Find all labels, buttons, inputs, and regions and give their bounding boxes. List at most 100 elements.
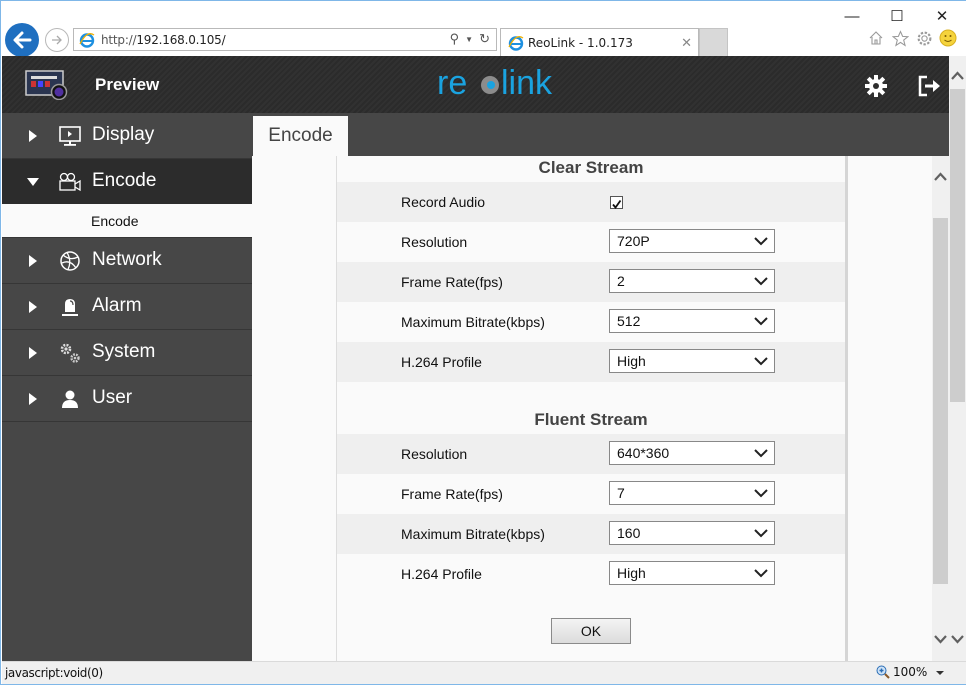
fluent-stream-title: Fluent Stream — [534, 410, 648, 429]
tab-close-icon[interactable]: ✕ — [681, 35, 692, 51]
search-icon[interactable]: ⚲ — [450, 31, 460, 47]
content-scrollbar[interactable] — [932, 156, 949, 661]
close-window-button[interactable]: ✕ — [919, 5, 965, 27]
record-audio-checkbox[interactable] — [610, 196, 623, 209]
chevron-down-icon — [754, 529, 768, 538]
chevron-down-icon — [754, 449, 768, 458]
tab-encode[interactable]: Encode — [253, 116, 348, 156]
settings-gear-icon[interactable] — [915, 29, 933, 47]
field-label: Resolution — [401, 234, 468, 250]
new-tab-button[interactable] — [699, 28, 728, 57]
smiley-icon[interactable] — [939, 29, 957, 47]
clear-resolution-select[interactable]: 720P — [609, 229, 775, 253]
sidebar-item-label: User — [92, 387, 133, 408]
browser-tab[interactable]: ReoLink - 1.0.173 ✕ — [500, 28, 699, 57]
scroll-down-icon[interactable] — [934, 634, 947, 644]
encode-panel: Clear Stream Record Audio Resolution 720… — [336, 156, 848, 661]
tab-bar: Encode — [252, 113, 949, 156]
clear-bitrate-select[interactable]: 512 — [609, 309, 775, 333]
sidebar-item-system[interactable]: System — [2, 330, 252, 376]
star-icon[interactable] — [891, 29, 909, 47]
zoom-control[interactable]: 100% — [876, 665, 927, 679]
preview-monitor-icon — [25, 70, 68, 101]
preview-button[interactable] — [25, 70, 69, 105]
sidebar-item-label: Display — [92, 124, 155, 145]
sidebar-item-user[interactable]: User — [2, 376, 252, 422]
monitor-icon — [59, 126, 81, 146]
globe-icon — [60, 251, 80, 271]
maximize-button[interactable]: ☐ — [874, 5, 920, 27]
tab-title: ReoLink - 1.0.173 — [528, 36, 633, 50]
svg-text:re: re — [437, 66, 467, 100]
sidebar-item-alarm[interactable]: Alarm — [2, 284, 252, 330]
expand-arrow-icon — [29, 301, 37, 313]
app-header: Preview re link — [2, 56, 949, 113]
record-audio-row: Record Audio — [337, 182, 845, 222]
reolink-logo: re link — [437, 64, 553, 105]
ie-logo-icon — [508, 36, 524, 51]
collapse-arrow-icon — [27, 178, 39, 186]
ok-button[interactable]: OK — [551, 618, 631, 644]
chevron-down-icon — [754, 277, 768, 286]
minimize-button[interactable]: — — [829, 5, 875, 27]
sidebar-item-label: Alarm — [92, 295, 142, 316]
clear-bitrate-row: Maximum Bitrate(kbps) 512 — [337, 302, 845, 342]
sidebar-item-label: Network — [92, 249, 162, 270]
clear-resolution-row: Resolution 720P — [337, 222, 845, 262]
scroll-down-icon[interactable] — [951, 634, 964, 644]
field-label: H.264 Profile — [401, 354, 482, 370]
logout-icon — [918, 75, 940, 97]
fluent-resolution-row: Resolution 640*360 — [337, 434, 845, 474]
fluent-bitrate-select[interactable]: 160 — [609, 521, 775, 545]
refresh-icon[interactable]: ↻ — [479, 31, 490, 47]
arrow-left-icon — [13, 31, 32, 49]
zoom-magnifier-icon — [876, 665, 890, 679]
clear-profile-row: H.264 Profile High — [337, 342, 845, 382]
siren-icon — [62, 299, 78, 316]
home-icon[interactable] — [867, 29, 885, 47]
clear-profile-select[interactable]: High — [609, 349, 775, 373]
preview-label[interactable]: Preview — [95, 75, 159, 95]
address-bar[interactable]: http://192.168.0.105/ ⚲ ▼ ↻ — [73, 28, 497, 51]
settings-button[interactable] — [864, 74, 888, 98]
status-text: javascript:void(0) — [5, 666, 103, 680]
fluent-profile-select[interactable]: High — [609, 561, 775, 585]
sidebar-item-label: System — [92, 341, 156, 362]
scroll-up-icon[interactable] — [934, 172, 947, 182]
sidebar-item-network[interactable]: Network — [2, 238, 252, 284]
sidebar-item-encode[interactable]: Encode — [2, 159, 252, 204]
chevron-down-icon — [754, 489, 768, 498]
back-button[interactable] — [5, 23, 39, 57]
arrow-right-icon — [52, 35, 62, 45]
main-content: Encode Clear Stream Record Audio Resolut… — [252, 113, 949, 661]
sidebar-item-display[interactable]: Display — [2, 113, 252, 159]
page-scrollbar-thumb[interactable] — [950, 89, 965, 402]
chevron-down-icon — [754, 317, 768, 326]
checkmark-icon — [612, 199, 622, 209]
fluent-resolution-select[interactable]: 640*360 — [609, 441, 775, 465]
url-text: http://192.168.0.105/ — [101, 32, 226, 47]
chevron-down-icon — [754, 357, 768, 366]
field-label: H.264 Profile — [401, 566, 482, 582]
expand-arrow-icon — [29, 393, 37, 405]
sidebar-subitem-label: Encode — [91, 212, 139, 229]
expand-arrow-icon — [29, 130, 37, 142]
forward-button[interactable] — [45, 28, 69, 52]
chevron-down-icon — [754, 569, 768, 578]
content-scrollbar-thumb[interactable] — [933, 218, 948, 584]
field-label: Frame Rate(fps) — [401, 486, 503, 502]
logout-button[interactable] — [917, 74, 943, 98]
browser-titlebar: — ☐ ✕ http://192.168.0.105/ ⚲ ▼ ↻ ReoLin… — [1, 0, 966, 57]
fluent-framerate-select[interactable]: 7 — [609, 481, 775, 505]
sidebar: Display Encode Encode Network Alarm Syst… — [2, 113, 252, 661]
user-icon — [62, 390, 78, 408]
page-scrollbar[interactable] — [949, 56, 966, 661]
clear-framerate-select[interactable]: 2 — [609, 269, 775, 293]
dropdown-icon[interactable]: ▼ — [465, 35, 473, 44]
clear-stream-title: Clear Stream — [538, 158, 644, 177]
status-bar: javascript:void(0) 100% — [2, 661, 966, 684]
scroll-up-icon[interactable] — [951, 71, 964, 81]
sidebar-subitem-encode[interactable]: Encode — [2, 204, 252, 238]
zoom-dropdown-icon[interactable] — [936, 671, 944, 675]
ie-logo-icon — [79, 32, 95, 48]
